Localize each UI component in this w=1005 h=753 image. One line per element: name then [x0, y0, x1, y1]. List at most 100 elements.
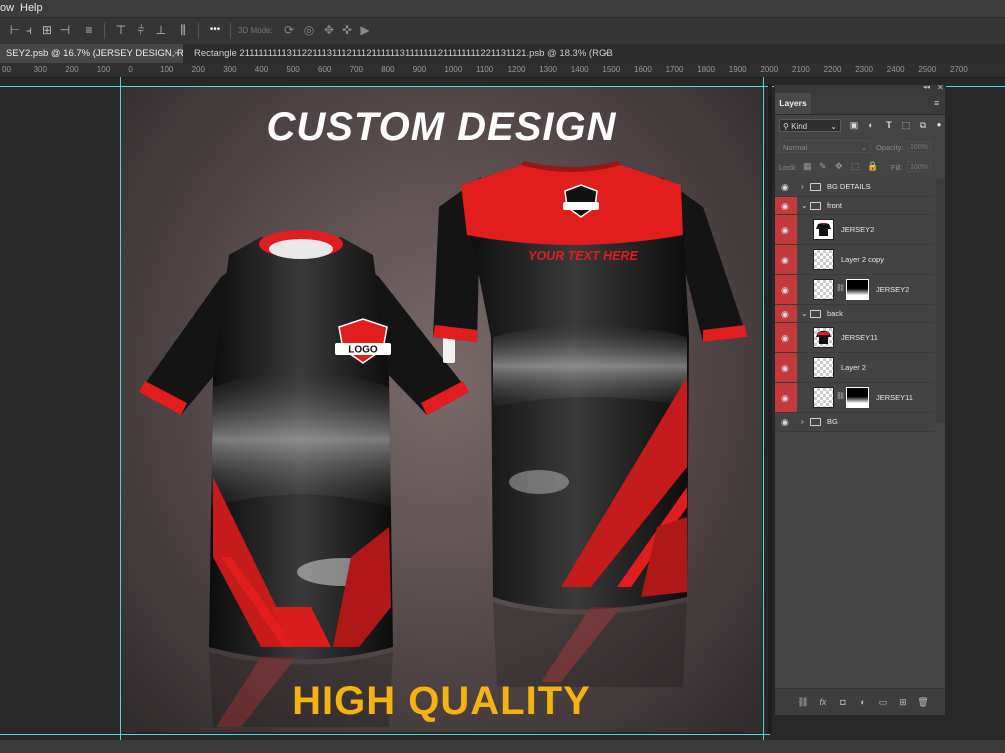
trash-icon[interactable]: 🗑: [917, 696, 929, 708]
visibility-toggle[interactable]: ◉: [775, 353, 797, 382]
layer-name: BG DETAILS: [827, 182, 871, 191]
chevron-down-icon: ⌄: [830, 122, 837, 131]
chevron-right-icon[interactable]: ›: [801, 417, 804, 427]
layer-row-jersey11[interactable]: ◉ JERSEY11: [775, 323, 935, 353]
blend-mode-value: Normal: [783, 143, 808, 152]
fill-field[interactable]: 100%: [907, 161, 931, 172]
panel-collapse-bar[interactable]: ◂◂ ✕: [775, 83, 945, 93]
eye-icon: ◉: [781, 284, 789, 295]
3d-pan-icon[interactable]: ✥: [322, 23, 336, 37]
lock-artboard-icon[interactable]: ⬚: [851, 161, 860, 172]
artboard-canvas[interactable]: CUSTOM DESIGN LOGO YOUR TEXT HERE HIGH Q…: [121, 87, 762, 732]
footer-text: HIGH QUALITY: [292, 679, 591, 723]
ruler-tick-label: 1400: [570, 65, 589, 74]
align-bottom-icon[interactable]: ⊥: [154, 23, 168, 37]
collapse-icon[interactable]: ◂◂: [923, 83, 930, 91]
layer-row-bg-details[interactable]: ◉ › BG DETAILS: [775, 178, 935, 197]
layer-row-jersey2[interactable]: ◉ JERSEY2: [775, 215, 935, 245]
add-mask-icon[interactable]: ◘: [837, 696, 849, 708]
close-icon[interactable]: ×: [173, 44, 179, 63]
layer-row-front[interactable]: ◉ ⌄ front: [775, 197, 935, 215]
menu-bar: ow Help: [0, 0, 1005, 18]
blend-mode-select[interactable]: Normal ⌄: [779, 140, 871, 153]
chain-link-icon[interactable]: ⛓: [836, 284, 845, 292]
ruler-tick-label: 1900: [728, 65, 747, 74]
align-center-icon[interactable]: ⊞: [40, 23, 54, 37]
ruler-tick-label: 900: [412, 65, 427, 74]
tab-layers[interactable]: Layers: [775, 93, 811, 114]
close-icon[interactable]: ×: [603, 44, 609, 63]
tab-jersey2[interactable]: SEY2.psb @ 16.7% (JERSEY DESIGN, RGB/8#)…: [0, 44, 183, 63]
layer-thumbnail: [813, 357, 834, 378]
separator: [230, 23, 231, 39]
layer-name: BG: [827, 417, 838, 426]
align-middle-icon[interactable]: ≡: [82, 23, 96, 37]
filter-adjustment-icon[interactable]: ◐: [866, 120, 876, 130]
filter-type-icon[interactable]: T: [884, 120, 894, 130]
chain-link-icon[interactable]: ⛓: [836, 392, 845, 400]
align-vcenter-icon[interactable]: ⫩: [134, 23, 148, 37]
layer-row-bg[interactable]: ◉ › BG: [775, 413, 935, 432]
opacity-field[interactable]: 100%: [907, 141, 931, 152]
close-icon[interactable]: ✕: [937, 83, 944, 92]
visibility-toggle[interactable]: ◉: [775, 413, 797, 431]
layer-row-jersey2-masked[interactable]: ◉ ⛓ JERSEY2: [775, 275, 935, 305]
layers-scrollbar[interactable]: [936, 178, 945, 423]
adjustment-layer-icon[interactable]: ◐: [857, 696, 869, 708]
layer-row-layer-2-copy[interactable]: ◉ Layer 2 copy: [775, 245, 935, 275]
layer-mask-thumbnail[interactable]: [846, 279, 869, 300]
3d-roll-icon[interactable]: ◎: [302, 23, 316, 37]
align-top-icon[interactable]: ⊤: [114, 23, 128, 37]
layer-name: Layer 2 copy: [841, 254, 884, 264]
filter-toggle-icon[interactable]: ●: [934, 120, 944, 130]
3d-camera-icon[interactable]: ▶: [358, 23, 372, 37]
lock-transparent-icon[interactable]: ▦: [803, 161, 812, 172]
new-group-icon[interactable]: ▭: [877, 696, 889, 708]
link-layers-icon[interactable]: ⛓: [797, 696, 809, 708]
layer-row-back[interactable]: ◉ ⌄ back: [775, 305, 935, 323]
fx-icon[interactable]: fx: [817, 696, 829, 708]
align-left-icon[interactable]: ⊢: [8, 23, 22, 37]
folder-icon: [810, 418, 821, 426]
visibility-toggle[interactable]: ◉: [775, 305, 797, 322]
menu-help[interactable]: Help: [20, 2, 43, 14]
chevron-down-icon[interactable]: ⌄: [801, 201, 808, 211]
visibility-toggle[interactable]: ◉: [775, 245, 797, 274]
new-layer-icon[interactable]: ⊞: [897, 696, 909, 708]
lock-all-icon[interactable]: 🔒: [867, 161, 878, 172]
visibility-toggle[interactable]: ◉: [775, 275, 797, 304]
jersey-mockup: LOGO YOUR TEXT HERE: [139, 161, 747, 727]
layer-row-jersey11-masked[interactable]: ◉ ⛓ JERSEY11: [775, 383, 935, 413]
filter-kind-select[interactable]: ⚲ Kind ⌄: [779, 119, 841, 132]
align-left-edges-icon[interactable]: ⫞: [22, 23, 36, 37]
lock-paint-icon[interactable]: ✎: [819, 161, 827, 172]
layer-row-layer-2[interactable]: ◉ Layer 2: [775, 353, 935, 383]
visibility-toggle[interactable]: ◉: [775, 383, 797, 412]
filter-pixel-icon[interactable]: ▣: [849, 120, 859, 130]
visibility-toggle[interactable]: ◉: [775, 178, 797, 196]
visibility-toggle[interactable]: ◉: [775, 215, 797, 244]
visibility-toggle[interactable]: ◉: [775, 323, 797, 352]
options-bar: ⊢ ⫞ ⊞ ⊣ ≡ ⊤ ⫩ ⊥ ⫼ ••• 3D Mode: ⟳ ◎ ✥ ✜ ▶: [0, 18, 1005, 45]
ruler-tick-label: 1100: [476, 65, 494, 74]
layer-mask-thumbnail[interactable]: [846, 387, 869, 408]
canvas-scrollbar[interactable]: [768, 84, 772, 734]
align-right-icon[interactable]: ⊣: [58, 23, 72, 37]
panel-menu-icon[interactable]: ≡: [934, 98, 939, 108]
tab-rectangle[interactable]: Rectangle 211111111131122111311121112111…: [188, 44, 613, 63]
filter-smart-object-icon[interactable]: ⧉: [918, 120, 928, 130]
more-options-icon[interactable]: •••: [207, 23, 223, 37]
menu-window[interactable]: ow: [0, 2, 14, 14]
visibility-toggle[interactable]: ◉: [775, 197, 797, 214]
3d-slide-icon[interactable]: ✜: [340, 23, 354, 37]
chevron-down-icon[interactable]: ⌄: [801, 309, 808, 319]
distribute-icon[interactable]: ⫼: [176, 23, 190, 37]
3d-orbit-icon[interactable]: ⟳: [282, 23, 296, 37]
ruler-tick-label: 1700: [665, 65, 684, 74]
panel-header: Layers ≡: [775, 93, 945, 115]
chevron-right-icon[interactable]: ›: [801, 182, 804, 192]
ruler-tick-label: 1800: [697, 65, 715, 74]
lock-move-icon[interactable]: ✥: [835, 161, 843, 172]
opacity-label: Opacity:: [876, 143, 904, 152]
filter-shape-icon[interactable]: ⬚: [901, 120, 911, 130]
